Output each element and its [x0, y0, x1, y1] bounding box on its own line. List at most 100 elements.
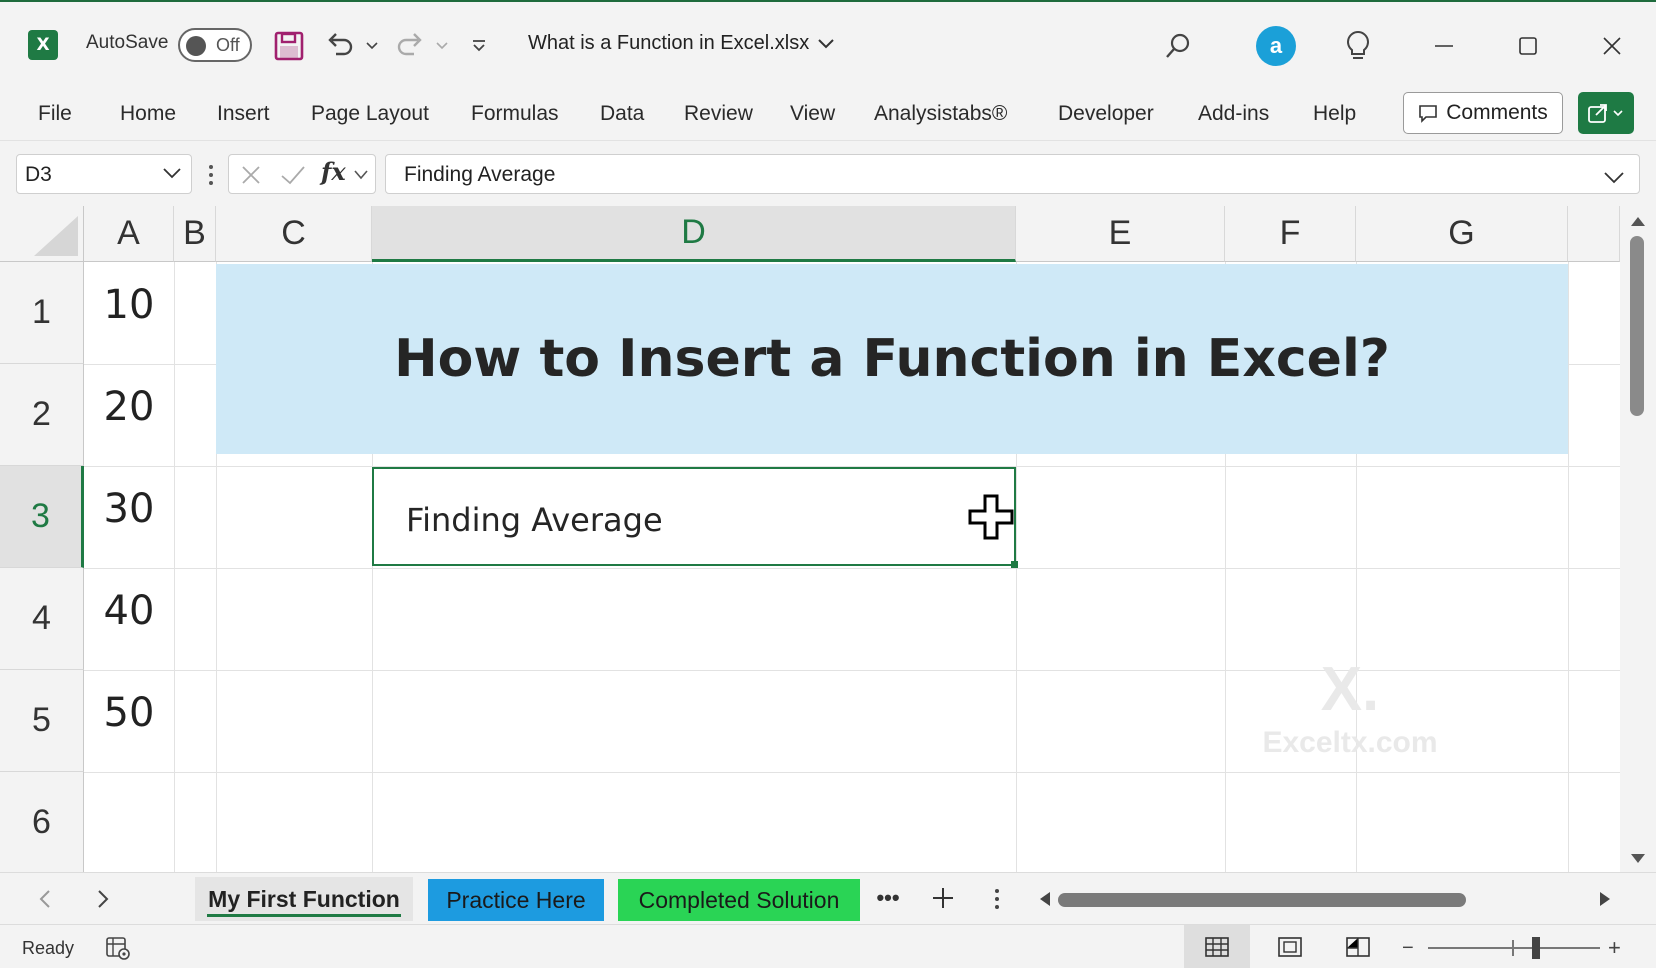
- more-vertical-icon[interactable]: [204, 161, 218, 189]
- column-header-g[interactable]: G: [1356, 206, 1568, 262]
- maximize-button[interactable]: [1508, 26, 1548, 66]
- vertical-scrollbar[interactable]: [1620, 206, 1656, 872]
- row-header-2[interactable]: 2: [0, 364, 84, 466]
- cancel-icon[interactable]: [239, 163, 263, 187]
- watermark-mark: X.: [1320, 655, 1380, 724]
- scroll-up-icon[interactable]: [1629, 214, 1647, 228]
- select-all-corner[interactable]: [0, 206, 84, 262]
- scroll-left-icon[interactable]: [1036, 890, 1054, 908]
- tab-developer[interactable]: Developer: [1058, 102, 1154, 126]
- zoom-slider[interactable]: [1428, 937, 1600, 959]
- row-header-5[interactable]: 5: [0, 670, 84, 772]
- add-sheet-icon[interactable]: [928, 883, 960, 913]
- cell-a1[interactable]: 10: [84, 282, 174, 328]
- sheet-tab-bar: My First Function Practice Here Complete…: [0, 872, 1656, 924]
- column-header-d[interactable]: D: [372, 206, 1016, 262]
- sheet-tab-label: Completed Solution: [638, 886, 840, 913]
- tab-home[interactable]: Home: [120, 102, 176, 126]
- normal-view-button[interactable]: [1184, 925, 1250, 968]
- comments-button[interactable]: Comments: [1403, 92, 1563, 134]
- addin-avatar[interactable]: a: [1256, 26, 1296, 66]
- zoom-out-button[interactable]: −: [1402, 937, 1418, 959]
- column-header-h[interactable]: [1568, 206, 1620, 262]
- row-header-3[interactable]: 3: [0, 466, 84, 568]
- scroll-right-icon[interactable]: [1596, 890, 1614, 908]
- vertical-scroll-thumb[interactable]: [1630, 236, 1644, 416]
- zoom-slider-thumb[interactable]: [1532, 937, 1540, 959]
- tab-formulas[interactable]: Formulas: [471, 102, 559, 126]
- lightbulb-icon[interactable]: [1340, 28, 1376, 64]
- accessibility-icon[interactable]: [104, 935, 132, 961]
- more-sheets-button[interactable]: •••: [872, 883, 904, 913]
- column-header-b[interactable]: B: [174, 206, 216, 262]
- formula-input[interactable]: Finding Average: [385, 154, 1640, 194]
- redo-dropdown-icon[interactable]: [432, 34, 452, 58]
- tab-help[interactable]: Help: [1313, 102, 1356, 126]
- autosave-state: Off: [216, 35, 240, 55]
- tab-review[interactable]: Review: [684, 102, 753, 126]
- fill-handle[interactable]: [1011, 561, 1018, 568]
- column-header-e[interactable]: E: [1016, 206, 1225, 262]
- maximize-icon: [1519, 37, 1537, 55]
- tab-view[interactable]: View: [790, 102, 835, 126]
- sheet-tab-practice-here[interactable]: Practice Here: [428, 879, 604, 921]
- chevron-down-icon[interactable]: [353, 168, 371, 182]
- page-layout-icon: [1278, 937, 1302, 957]
- title-banner-cell[interactable]: How to Insert a Function in Excel?: [216, 264, 1568, 454]
- autosave-toggle[interactable]: Off: [178, 28, 252, 62]
- cell-a4[interactable]: 40: [84, 588, 174, 634]
- tab-data[interactable]: Data: [600, 102, 644, 126]
- expand-formula-icon[interactable]: [1603, 167, 1625, 184]
- document-title[interactable]: What is a Function in Excel.xlsx: [528, 32, 835, 55]
- sheet-tab-completed-solution[interactable]: Completed Solution: [618, 879, 860, 921]
- undo-icon[interactable]: [322, 28, 356, 62]
- close-button[interactable]: [1592, 26, 1632, 66]
- more-vertical-icon[interactable]: [990, 885, 1004, 913]
- spreadsheet-grid[interactable]: A B C D E F G 1 2 3 4 5 6 10 20 30 40 50…: [0, 206, 1620, 872]
- insert-function-button[interactable]: fx: [321, 157, 351, 191]
- previous-sheet-icon[interactable]: [34, 887, 58, 911]
- scroll-down-icon[interactable]: [1629, 852, 1647, 866]
- active-cell-d3[interactable]: Finding Average: [372, 467, 1016, 566]
- chevron-down-icon: [818, 38, 834, 48]
- row-header-6[interactable]: 6: [0, 772, 84, 872]
- page-layout-view-button[interactable]: [1262, 925, 1318, 968]
- sheet-tab-label: Practice Here: [446, 886, 586, 913]
- close-icon: [1603, 37, 1621, 55]
- check-icon[interactable]: [279, 163, 307, 187]
- share-icon: [1588, 104, 1623, 123]
- sheet-tab-my-first-function[interactable]: My First Function: [195, 877, 413, 921]
- zoom-in-button[interactable]: +: [1608, 935, 1626, 960]
- share-button[interactable]: [1578, 92, 1634, 134]
- next-sheet-icon[interactable]: [90, 887, 114, 911]
- column-header-f[interactable]: F: [1225, 206, 1356, 262]
- redo-icon[interactable]: [394, 28, 428, 62]
- formula-bar: D3 fx Finding Average: [0, 140, 1656, 206]
- cell-a5[interactable]: 50: [84, 690, 174, 736]
- chevron-down-icon[interactable]: [162, 166, 182, 182]
- minimize-button[interactable]: [1424, 26, 1464, 66]
- cell-a2[interactable]: 20: [84, 384, 174, 430]
- undo-dropdown-icon[interactable]: [362, 34, 382, 58]
- cell-a3[interactable]: 30: [84, 486, 174, 532]
- search-icon[interactable]: [1160, 28, 1196, 64]
- gridline: [84, 772, 1620, 773]
- row-header-4[interactable]: 4: [0, 568, 84, 670]
- column-header-a[interactable]: A: [84, 206, 174, 262]
- page-break-icon: [1346, 937, 1370, 957]
- tab-analysistabs[interactable]: Analysistabs®: [874, 102, 1007, 126]
- save-icon[interactable]: [272, 29, 306, 63]
- tab-file[interactable]: File: [38, 102, 72, 126]
- tab-add-ins[interactable]: Add-ins: [1198, 102, 1269, 126]
- tab-insert[interactable]: Insert: [217, 102, 270, 126]
- customize-toolbar-icon[interactable]: [466, 32, 492, 60]
- row-header-1[interactable]: 1: [0, 262, 84, 364]
- cursor-icon: [966, 492, 1018, 544]
- horizontal-scrollbar[interactable]: [1036, 887, 1616, 911]
- column-header-c[interactable]: C: [216, 206, 372, 262]
- page-break-view-button[interactable]: [1330, 925, 1386, 968]
- horizontal-scroll-thumb[interactable]: [1058, 893, 1466, 907]
- grid-view-icon: [1205, 937, 1229, 957]
- status-bar: Ready − +: [0, 924, 1656, 968]
- tab-page-layout[interactable]: Page Layout: [311, 102, 429, 126]
